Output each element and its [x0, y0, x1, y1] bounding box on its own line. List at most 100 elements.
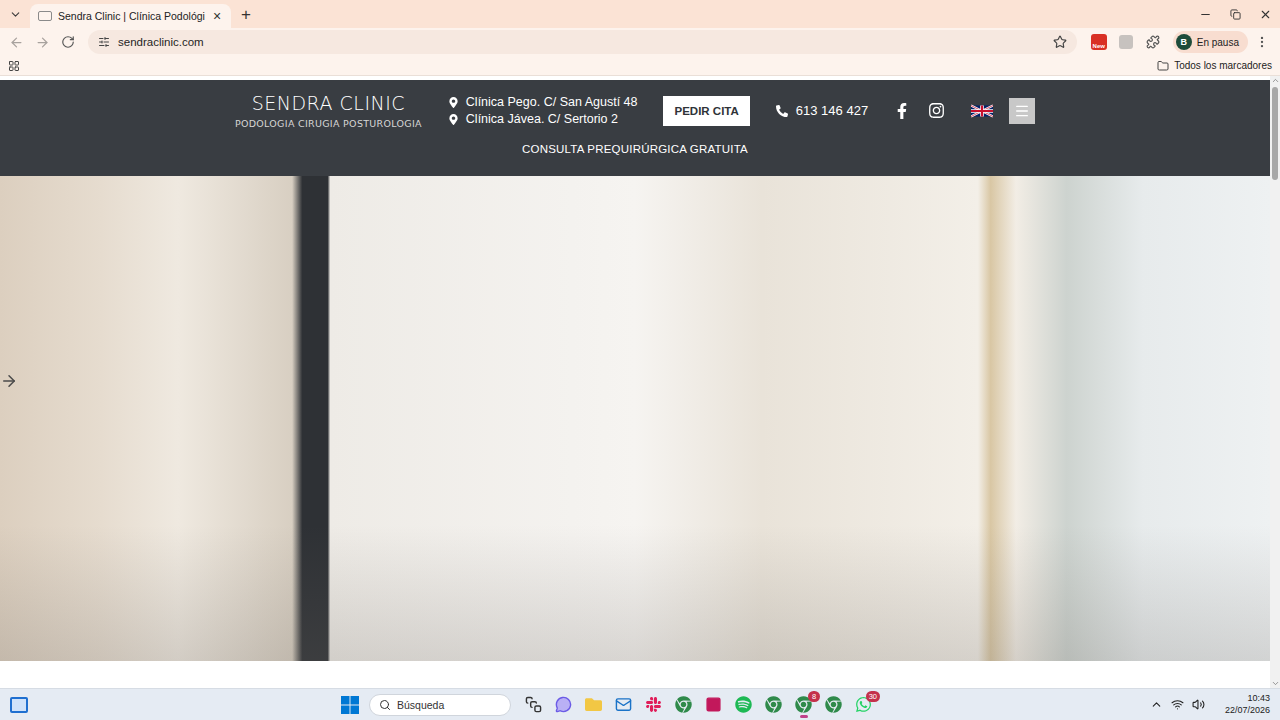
location-item[interactable]: Clínica Jávea. C/ Sertorio 2 — [448, 112, 638, 126]
arrow-left-icon[interactable] — [9, 35, 24, 50]
tab-close-button[interactable]: × — [211, 9, 223, 23]
copilot-icon[interactable] — [555, 696, 572, 713]
arrow-right-icon[interactable] — [0, 372, 18, 390]
wifi-icon[interactable] — [1171, 698, 1184, 711]
chevron-down-icon[interactable] — [9, 8, 22, 21]
forward-button[interactable] — [30, 30, 54, 54]
bookmark-star-icon[interactable] — [1053, 35, 1067, 49]
logo-tagline: PODOLOGIA CIRUGIA POSTUROLOGIA — [235, 118, 422, 129]
chrome-icon[interactable] — [765, 696, 782, 713]
windows-start-icon[interactable] — [341, 696, 359, 714]
reload-icon[interactable] — [61, 35, 75, 49]
nav-item[interactable]: CONSULTA PREQUIRÚRGICA GRATUITA — [522, 143, 748, 155]
address-bar[interactable]: sendraclinic.com — [88, 30, 1077, 54]
facebook-icon[interactable] — [894, 103, 910, 119]
arrow-right-icon[interactable] — [35, 35, 50, 50]
running-indicator — [770, 715, 778, 718]
running-indicator — [830, 715, 838, 718]
restore-icon[interactable] — [1230, 9, 1241, 20]
taskbar-app[interactable] — [821, 691, 847, 719]
map-pin-icon — [448, 97, 459, 108]
address-text[interactable]: sendraclinic.com — [118, 36, 1045, 48]
site-info-icon[interactable] — [98, 36, 110, 48]
taskbar-app[interactable] — [611, 691, 637, 719]
browser-tab[interactable]: Sendra Clinic | Clínica Podológi× — [30, 4, 231, 28]
running-indicator — [620, 715, 628, 718]
menu-button[interactable] — [1250, 30, 1274, 54]
header-top-row: SENDRA CLINIC PODOLOGIA CIRUGIA POSTUROLO… — [235, 92, 1035, 129]
browser-toolbar: sendraclinic.com New BEn pausa — [0, 28, 1280, 56]
taskbar-app[interactable] — [551, 691, 577, 719]
logo-name[interactable]: SENDRA CLINIC — [252, 92, 405, 114]
running-indicator — [860, 715, 868, 718]
running-indicator — [800, 715, 808, 718]
hero-photo — [0, 176, 1270, 661]
all-bookmarks-button[interactable]: Todos los marcadores — [1157, 60, 1272, 72]
tab-search-button[interactable] — [4, 3, 26, 25]
phone-link[interactable]: 613 146 427 — [776, 103, 868, 118]
close-icon[interactable] — [1259, 8, 1272, 21]
taskbar-app[interactable] — [641, 691, 667, 719]
scrollbar[interactable] — [1270, 76, 1280, 688]
clock-time: 10:43 — [1247, 693, 1270, 705]
app-badge: 30 — [866, 691, 880, 702]
running-indicator — [680, 715, 688, 718]
running-indicator — [740, 715, 748, 718]
taskbar-app[interactable] — [581, 691, 607, 719]
new-tab-button[interactable]: + — [241, 6, 251, 23]
bookmarks-bar: Todos los marcadores — [0, 56, 1280, 76]
taskbar-app[interactable]: 8 — [791, 691, 817, 719]
running-indicator — [650, 715, 658, 718]
site-logo[interactable]: SENDRA CLINIC PODOLOGIA CIRUGIA POSTUROLO… — [235, 92, 422, 129]
menu-icon[interactable] — [1014, 103, 1030, 119]
taskbar-app[interactable] — [671, 691, 697, 719]
restore-button[interactable] — [1220, 0, 1250, 28]
screen: Sendra Clinic | Clínica Podológi× + sendra… — [0, 0, 1280, 720]
extensions-button[interactable] — [1141, 30, 1165, 54]
profile-avatar: B — [1176, 34, 1192, 50]
running-indicator — [530, 715, 538, 718]
back-button[interactable] — [4, 30, 28, 54]
profile-button[interactable]: BEn pausa — [1173, 31, 1248, 53]
page-viewport: SENDRA CLINIC PODOLOGIA CIRUGIA POSTUROLO… — [0, 76, 1280, 688]
task-view-icon[interactable] — [525, 696, 542, 713]
outlook-icon[interactable] — [615, 696, 632, 713]
taskbar-app[interactable] — [761, 691, 787, 719]
reload-button[interactable] — [56, 30, 80, 54]
extension-new-icon[interactable]: New — [1091, 34, 1107, 50]
close-window-button[interactable] — [1250, 0, 1280, 28]
location-item[interactable]: Clínica Pego. C/ San Agustí 48 — [448, 95, 638, 109]
more-vertical-icon[interactable] — [1255, 35, 1269, 49]
instagram-icon[interactable] — [928, 102, 945, 119]
uk-flag-icon[interactable] — [971, 104, 993, 118]
scroll-up-icon[interactable] — [1271, 76, 1280, 85]
clock[interactable]: 10:4322/07/2026 — [1225, 693, 1270, 716]
taskbar-search[interactable]: Búsqueda — [369, 694, 511, 716]
scroll-down-icon[interactable] — [1271, 679, 1280, 688]
app-icon[interactable] — [705, 696, 722, 713]
extension-icon[interactable] — [1119, 35, 1133, 49]
minimize-icon[interactable] — [1199, 8, 1212, 21]
volume-icon[interactable] — [1192, 698, 1205, 711]
slider-next-button[interactable] — [0, 372, 18, 390]
scroll-thumb[interactable] — [1272, 87, 1278, 180]
taskbar-app[interactable]: 30 — [851, 691, 877, 719]
taskbar-app[interactable] — [521, 691, 547, 719]
show-hidden-icons-icon[interactable] — [1150, 698, 1163, 711]
slack-icon[interactable] — [645, 696, 662, 713]
locations: Clínica Pego. C/ San Agustí 48 Clínica Já… — [448, 95, 638, 126]
hamburger-menu-button[interactable] — [1009, 98, 1035, 124]
minimize-button[interactable] — [1190, 0, 1220, 28]
taskbar-app[interactable] — [731, 691, 757, 719]
apps-grid-icon[interactable] — [8, 60, 20, 72]
widgets-icon[interactable] — [10, 697, 28, 713]
chrome-icon[interactable] — [825, 696, 842, 713]
file-explorer-icon[interactable] — [585, 696, 602, 713]
book-appointment-button[interactable]: PEDIR CITA — [663, 96, 749, 126]
puzzle-icon[interactable] — [1146, 35, 1160, 49]
chrome-icon[interactable] — [675, 696, 692, 713]
search-icon — [379, 699, 391, 711]
spotify-icon[interactable] — [735, 696, 752, 713]
taskbar-apps: Búsqueda 8 30 — [28, 691, 1150, 719]
taskbar-app[interactable] — [701, 691, 727, 719]
